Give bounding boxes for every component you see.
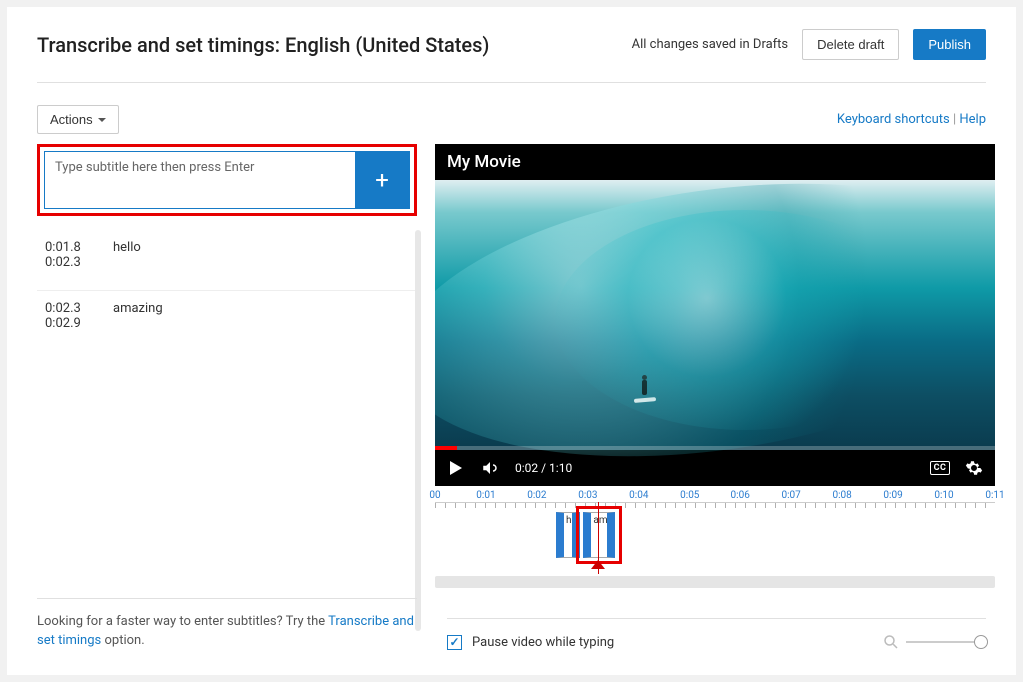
ruler-label: 0:02 [527,490,546,501]
timeline[interactable]: 00 0:01 0:02 0:03 0:04 0:05 0:06 0:07 0:… [435,490,995,588]
keyboard-shortcuts-link[interactable]: Keyboard shortcuts [837,112,950,127]
ruler-label: 00 [429,490,440,501]
check-icon: ✓ [449,635,459,649]
actions-label: Actions [50,112,93,127]
toolbar-row: Actions Keyboard shortcuts | Help [37,105,986,134]
zoom-slider-knob[interactable] [974,635,988,649]
subtitle-row[interactable]: 0:02.3 0:02.9 amazing [37,290,417,351]
delete-draft-button[interactable]: Delete draft [802,29,899,60]
zoom-slider[interactable] [906,641,986,643]
zoom-controls [882,633,986,651]
publish-button[interactable]: Publish [913,29,986,60]
subtitle-end: 0:02.9 [45,316,95,331]
ruler-label: 0:10 [934,490,953,501]
subtitle-row[interactable]: 0:01.8 0:02.3 hello [37,230,417,290]
ruler-label: 0:09 [883,490,902,501]
volume-icon [481,458,499,478]
ruler-label: 0:08 [832,490,851,501]
video-time-current: 0:02 [515,461,538,475]
subtitle-start: 0:01.8 [45,240,95,255]
video-controls: 0:02 / 1:10 CC [435,450,995,486]
chevron-down-icon [98,118,106,122]
pause-while-typing-checkbox[interactable]: ✓ [447,635,462,650]
pause-while-typing-label: Pause video while typing [472,635,614,650]
add-subtitle-button[interactable]: + [355,152,409,208]
video-column: My Movie 0:02 / 1:10 [435,144,995,588]
play-button[interactable] [447,459,465,477]
ruler-label: 0:11 [985,490,1004,501]
ruler-label: 0:04 [629,490,648,501]
tip-text-post: option. [101,633,144,648]
ruler-label: 0:07 [782,490,801,501]
captions-button[interactable]: CC [931,459,949,477]
tip-text-pre: Looking for a faster way to enter subtit… [37,614,328,629]
search-icon[interactable] [882,633,900,651]
page-header: Transcribe and set timings: English (Uni… [37,29,986,83]
timeline-track[interactable]: hello amazi [435,508,995,562]
settings-button[interactable] [965,459,983,477]
video-content-illustration [635,380,655,406]
highlight-input-area: + [37,144,417,216]
page-title: Transcribe and set timings: English (Uni… [37,33,489,57]
separator: | [953,112,956,127]
timeline-segment-selected[interactable]: amazi [583,512,615,558]
subtitle-editor-column: + 0:01.8 0:02.3 hello 0:02.3 [37,144,417,588]
timeline-segment[interactable]: hello [556,512,580,558]
gear-icon [965,459,983,477]
save-status-text: All changes saved in Drafts [632,37,789,52]
video-title: My Movie [435,144,995,180]
subtitle-text: hello [113,240,141,270]
subtitle-times: 0:01.8 0:02.3 [45,240,95,270]
ruler-label: 0:01 [476,490,495,501]
video-player[interactable]: My Movie 0:02 / 1:10 [435,144,995,486]
header-actions: All changes saved in Drafts Delete draft… [632,29,986,60]
play-icon [450,461,462,475]
subtitle-end: 0:02.3 [45,255,95,270]
volume-button[interactable] [481,459,499,477]
subtitle-text-input[interactable] [45,152,355,208]
help-links: Keyboard shortcuts | Help [837,112,986,127]
video-time-display: 0:02 / 1:10 [515,461,572,475]
ruler-label: 0:05 [680,490,699,501]
tip-footer: Looking for a faster way to enter subtit… [37,598,417,651]
timeline-scrollbar[interactable] [435,576,995,588]
playhead-marker-icon[interactable] [591,560,605,569]
subtitle-input-row: + [44,151,410,209]
plus-icon: + [375,166,389,194]
help-link[interactable]: Help [959,112,986,127]
timeline-ruler: 00 0:01 0:02 0:03 0:04 0:05 0:06 0:07 0:… [435,490,995,504]
actions-dropdown[interactable]: Actions [37,105,119,134]
subtitle-list: 0:01.8 0:02.3 hello 0:02.3 0:02.9 amazin… [37,230,417,351]
video-time-total: 1:10 [549,461,572,475]
subtitle-start: 0:02.3 [45,301,95,316]
cc-icon: CC [930,461,951,475]
subtitle-text: amazing [113,301,163,331]
subtitle-times: 0:02.3 0:02.9 [45,301,95,331]
playback-footer: ✓ Pause video while typing [447,618,986,651]
ruler-label: 0:03 [578,490,597,501]
video-frame [435,180,995,450]
ruler-label: 0:06 [731,490,750,501]
